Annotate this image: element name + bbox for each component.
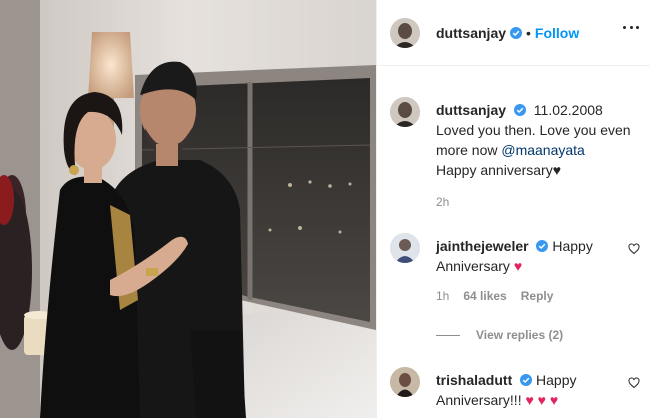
post-photo[interactable] [0, 0, 376, 418]
like-comment-heart-icon[interactable] [628, 377, 640, 389]
verified-badge-icon [513, 104, 526, 116]
comment-meta: 1h 64 likes Reply [436, 289, 553, 303]
view-replies-label: View replies (2) [476, 328, 564, 342]
caption-date: 11.02.2008 [533, 102, 603, 118]
author-username[interactable]: duttsanjay [436, 25, 506, 41]
verified-badge-icon [520, 374, 533, 386]
caption-text: duttsanjay 11.02.2008 Loved you then. Lo… [436, 100, 640, 180]
author-avatar[interactable] [390, 17, 420, 48]
caption-username[interactable]: duttsanjay [436, 102, 506, 118]
like-comment-heart-icon[interactable] [628, 243, 640, 255]
heart-emoji: ♥ ♥ ♥ [525, 392, 559, 408]
heart-emoji: ♥ [513, 258, 523, 274]
follow-button[interactable]: Follow [535, 25, 579, 41]
caption-line2: Happy anniversary♥ [436, 162, 562, 178]
view-replies-button[interactable]: View replies (2) [436, 328, 563, 342]
verified-badge-icon [536, 240, 549, 252]
post-header: duttsanjay • Follow [377, 0, 650, 66]
post-side-panel: duttsanjay • Follow duttsanjay 11.02.200… [376, 0, 650, 418]
comment-username[interactable]: trishaladutt [436, 372, 512, 388]
comment-timestamp[interactable]: 1h [436, 289, 449, 303]
caption-avatar[interactable] [390, 97, 420, 127]
more-options-icon[interactable] [623, 26, 639, 30]
comment-text: jainthejeweler Happy Anniversary ♥ [436, 236, 611, 276]
comment-likes[interactable]: 64 likes [463, 289, 506, 303]
couple-photo-image [0, 0, 376, 418]
verified-badge-icon [510, 26, 523, 39]
reply-button[interactable]: Reply [521, 289, 554, 303]
separator-dot: • [526, 24, 531, 41]
commenter-avatar[interactable] [390, 233, 420, 263]
caption-timestamp[interactable]: 2h [436, 195, 449, 209]
comment-text: trishaladutt Happy Anniversary!!! ♥ ♥ ♥ [436, 370, 611, 410]
replies-divider [436, 334, 460, 336]
comment-username[interactable]: jainthejeweler [436, 238, 529, 254]
commenter-avatar[interactable] [390, 367, 420, 397]
caption-mention-link[interactable]: @maanayata [501, 142, 584, 158]
